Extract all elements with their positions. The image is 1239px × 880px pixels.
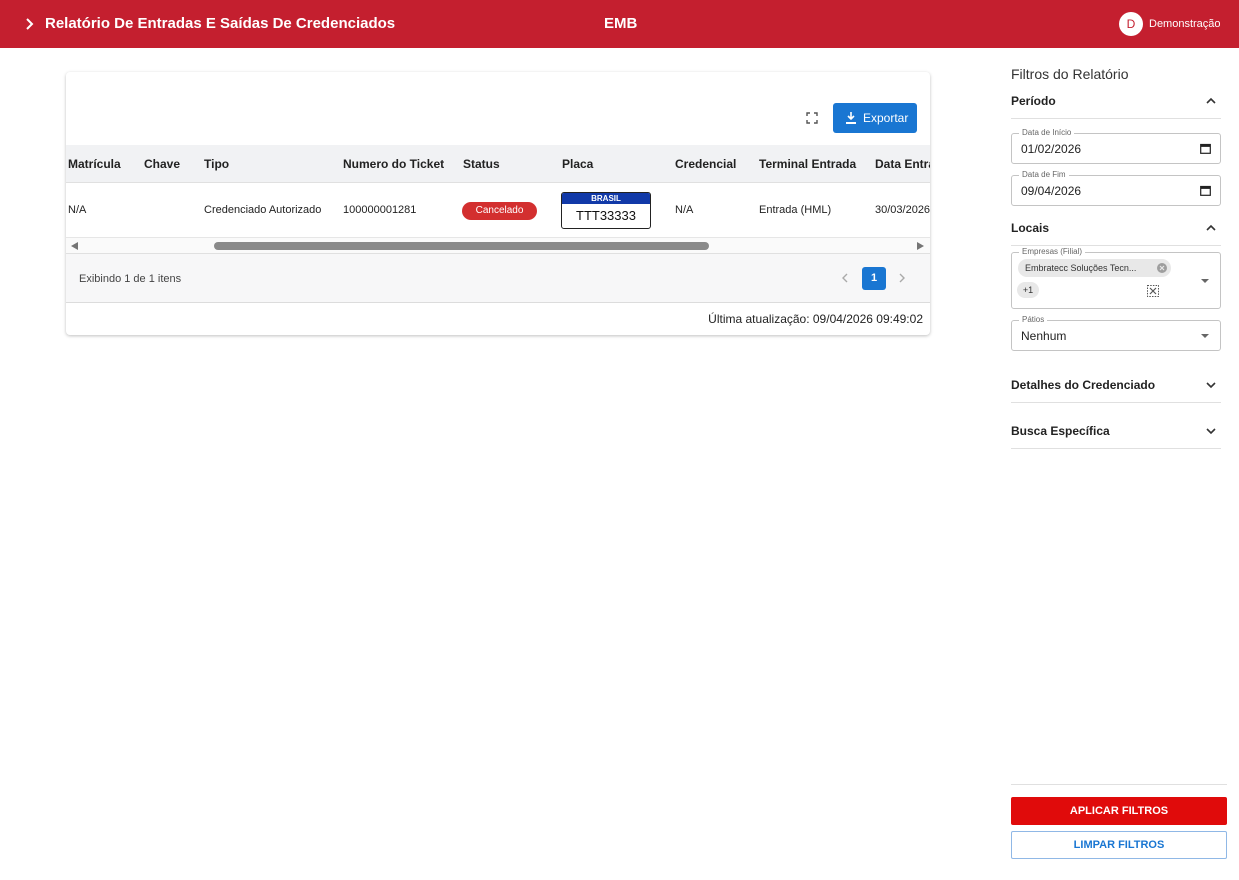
chevron-right-icon[interactable] [896, 270, 908, 286]
column-header-matricula[interactable]: Matrícula [68, 157, 121, 171]
column-header-ticket[interactable]: Numero do Ticket [343, 157, 444, 171]
cell-matricula: N/A [68, 204, 87, 216]
last-update: Última atualização: 09/04/2026 09:49:02 [708, 312, 923, 326]
start-date-label: Data de Início [1019, 128, 1075, 138]
column-header-chave[interactable]: Chave [144, 157, 180, 171]
section-busca-especifica[interactable]: Busca Específica [1011, 421, 1221, 441]
clear-selection-icon[interactable] [1145, 283, 1161, 299]
divider [1011, 784, 1227, 785]
avatar[interactable]: D [1119, 12, 1143, 36]
start-date-field[interactable]: Data de Início 01/02/2026 [1011, 128, 1221, 164]
more-chip-count[interactable]: +1 [1017, 282, 1039, 298]
cell-credencial: N/A [675, 204, 694, 216]
chevron-left-icon[interactable] [839, 270, 851, 286]
empresa-chip[interactable]: Embratecc Soluções Tecn... [1018, 259, 1171, 277]
calendar-icon[interactable] [1200, 185, 1211, 196]
cell-terminal-entrada: Entrada (HML) [759, 204, 832, 216]
divider [1011, 402, 1221, 403]
column-header-data-entrada[interactable]: Data Entra [875, 157, 930, 171]
top-bar: Relatório De Entradas E Saídas De Creden… [0, 0, 1239, 48]
scroll-right-icon[interactable] [917, 242, 924, 250]
user-name[interactable]: Demonstração [1149, 17, 1221, 31]
scrollbar-thumb[interactable] [214, 242, 709, 250]
page-button-current[interactable]: 1 [862, 267, 886, 290]
column-header-credencial[interactable]: Credencial [675, 157, 736, 171]
end-date-label: Data de Fim [1019, 170, 1069, 180]
patios-value: Nenhum [1021, 329, 1067, 343]
status-badge: Cancelado [462, 202, 537, 220]
empresas-label: Empresas (Filial) [1019, 247, 1086, 257]
section-locais-label: Locais [1011, 221, 1050, 235]
table-header: Matrícula Chave Tipo Numero do Ticket St… [66, 145, 930, 183]
fullscreen-icon[interactable] [804, 110, 820, 126]
section-detalhes-label: Detalhes do Credenciado [1011, 378, 1156, 392]
clear-filters-button[interactable]: LIMPAR FILTROS [1011, 831, 1227, 859]
plate-country: BRASIL [562, 193, 650, 204]
end-date-value[interactable]: 09/04/2026 [1021, 184, 1081, 198]
column-header-terminal-entrada[interactable]: Terminal Entrada [759, 157, 856, 171]
divider [1011, 245, 1221, 246]
chevron-down-icon[interactable] [1205, 425, 1217, 437]
brand-label: EMB [604, 15, 638, 32]
section-busca-label: Busca Específica [1011, 424, 1110, 438]
empresas-select[interactable]: Empresas (Filial) Embratecc Soluções Tec… [1011, 247, 1221, 309]
export-button[interactable]: Exportar [833, 103, 917, 133]
scroll-left-icon[interactable] [71, 242, 78, 250]
cell-ticket: 100000001281 [343, 204, 417, 216]
column-header-tipo[interactable]: Tipo [204, 157, 229, 171]
patios-label: Pátios [1019, 315, 1048, 325]
table-footer: Exibindo 1 de 1 itens 1 [66, 254, 930, 303]
page-title: Relatório De Entradas E Saídas De Creden… [45, 15, 396, 32]
chevron-up-icon[interactable] [1205, 222, 1217, 234]
close-circle-icon[interactable] [1157, 263, 1167, 273]
column-header-status[interactable]: Status [463, 157, 500, 171]
table-row[interactable]: N/A Credenciado Autorizado 100000001281 … [66, 183, 930, 238]
calendar-icon[interactable] [1200, 143, 1211, 154]
section-periodo-label: Período [1011, 94, 1056, 108]
filters-title: Filtros do Relatório [1011, 66, 1129, 82]
chevron-right-icon[interactable] [22, 15, 38, 33]
start-date-value[interactable]: 01/02/2026 [1021, 142, 1081, 156]
divider [1011, 448, 1221, 449]
section-periodo[interactable]: Período [1011, 91, 1221, 111]
chevron-up-icon[interactable] [1205, 95, 1217, 107]
items-info: Exibindo 1 de 1 itens [79, 273, 182, 285]
export-label: Exportar [863, 111, 909, 125]
apply-filters-button[interactable]: APLICAR FILTROS [1011, 797, 1227, 825]
section-locais[interactable]: Locais [1011, 218, 1221, 238]
download-icon [846, 112, 856, 124]
section-detalhes-credenciado[interactable]: Detalhes do Credenciado [1011, 375, 1221, 395]
empresa-chip-label: Embratecc Soluções Tecn... [1025, 263, 1137, 273]
horizontal-scrollbar[interactable] [66, 238, 930, 254]
end-date-field[interactable]: Data de Fim 09/04/2026 [1011, 170, 1221, 206]
patios-select[interactable]: Pátios Nenhum [1011, 315, 1221, 351]
report-table-card: Exportar Matrícula Chave Tipo Numero do … [66, 72, 930, 335]
dropdown-arrow-icon[interactable] [1201, 279, 1209, 283]
column-header-placa[interactable]: Placa [562, 157, 593, 171]
plate-number: TTT33333 [576, 208, 636, 223]
chevron-down-icon[interactable] [1205, 379, 1217, 391]
license-plate: BRASIL TTT33333 [561, 192, 651, 229]
cell-tipo: Credenciado Autorizado [204, 204, 322, 216]
divider [1011, 118, 1221, 119]
dropdown-arrow-icon[interactable] [1201, 334, 1209, 338]
cell-data-entrada: 30/03/2026 [875, 204, 930, 216]
